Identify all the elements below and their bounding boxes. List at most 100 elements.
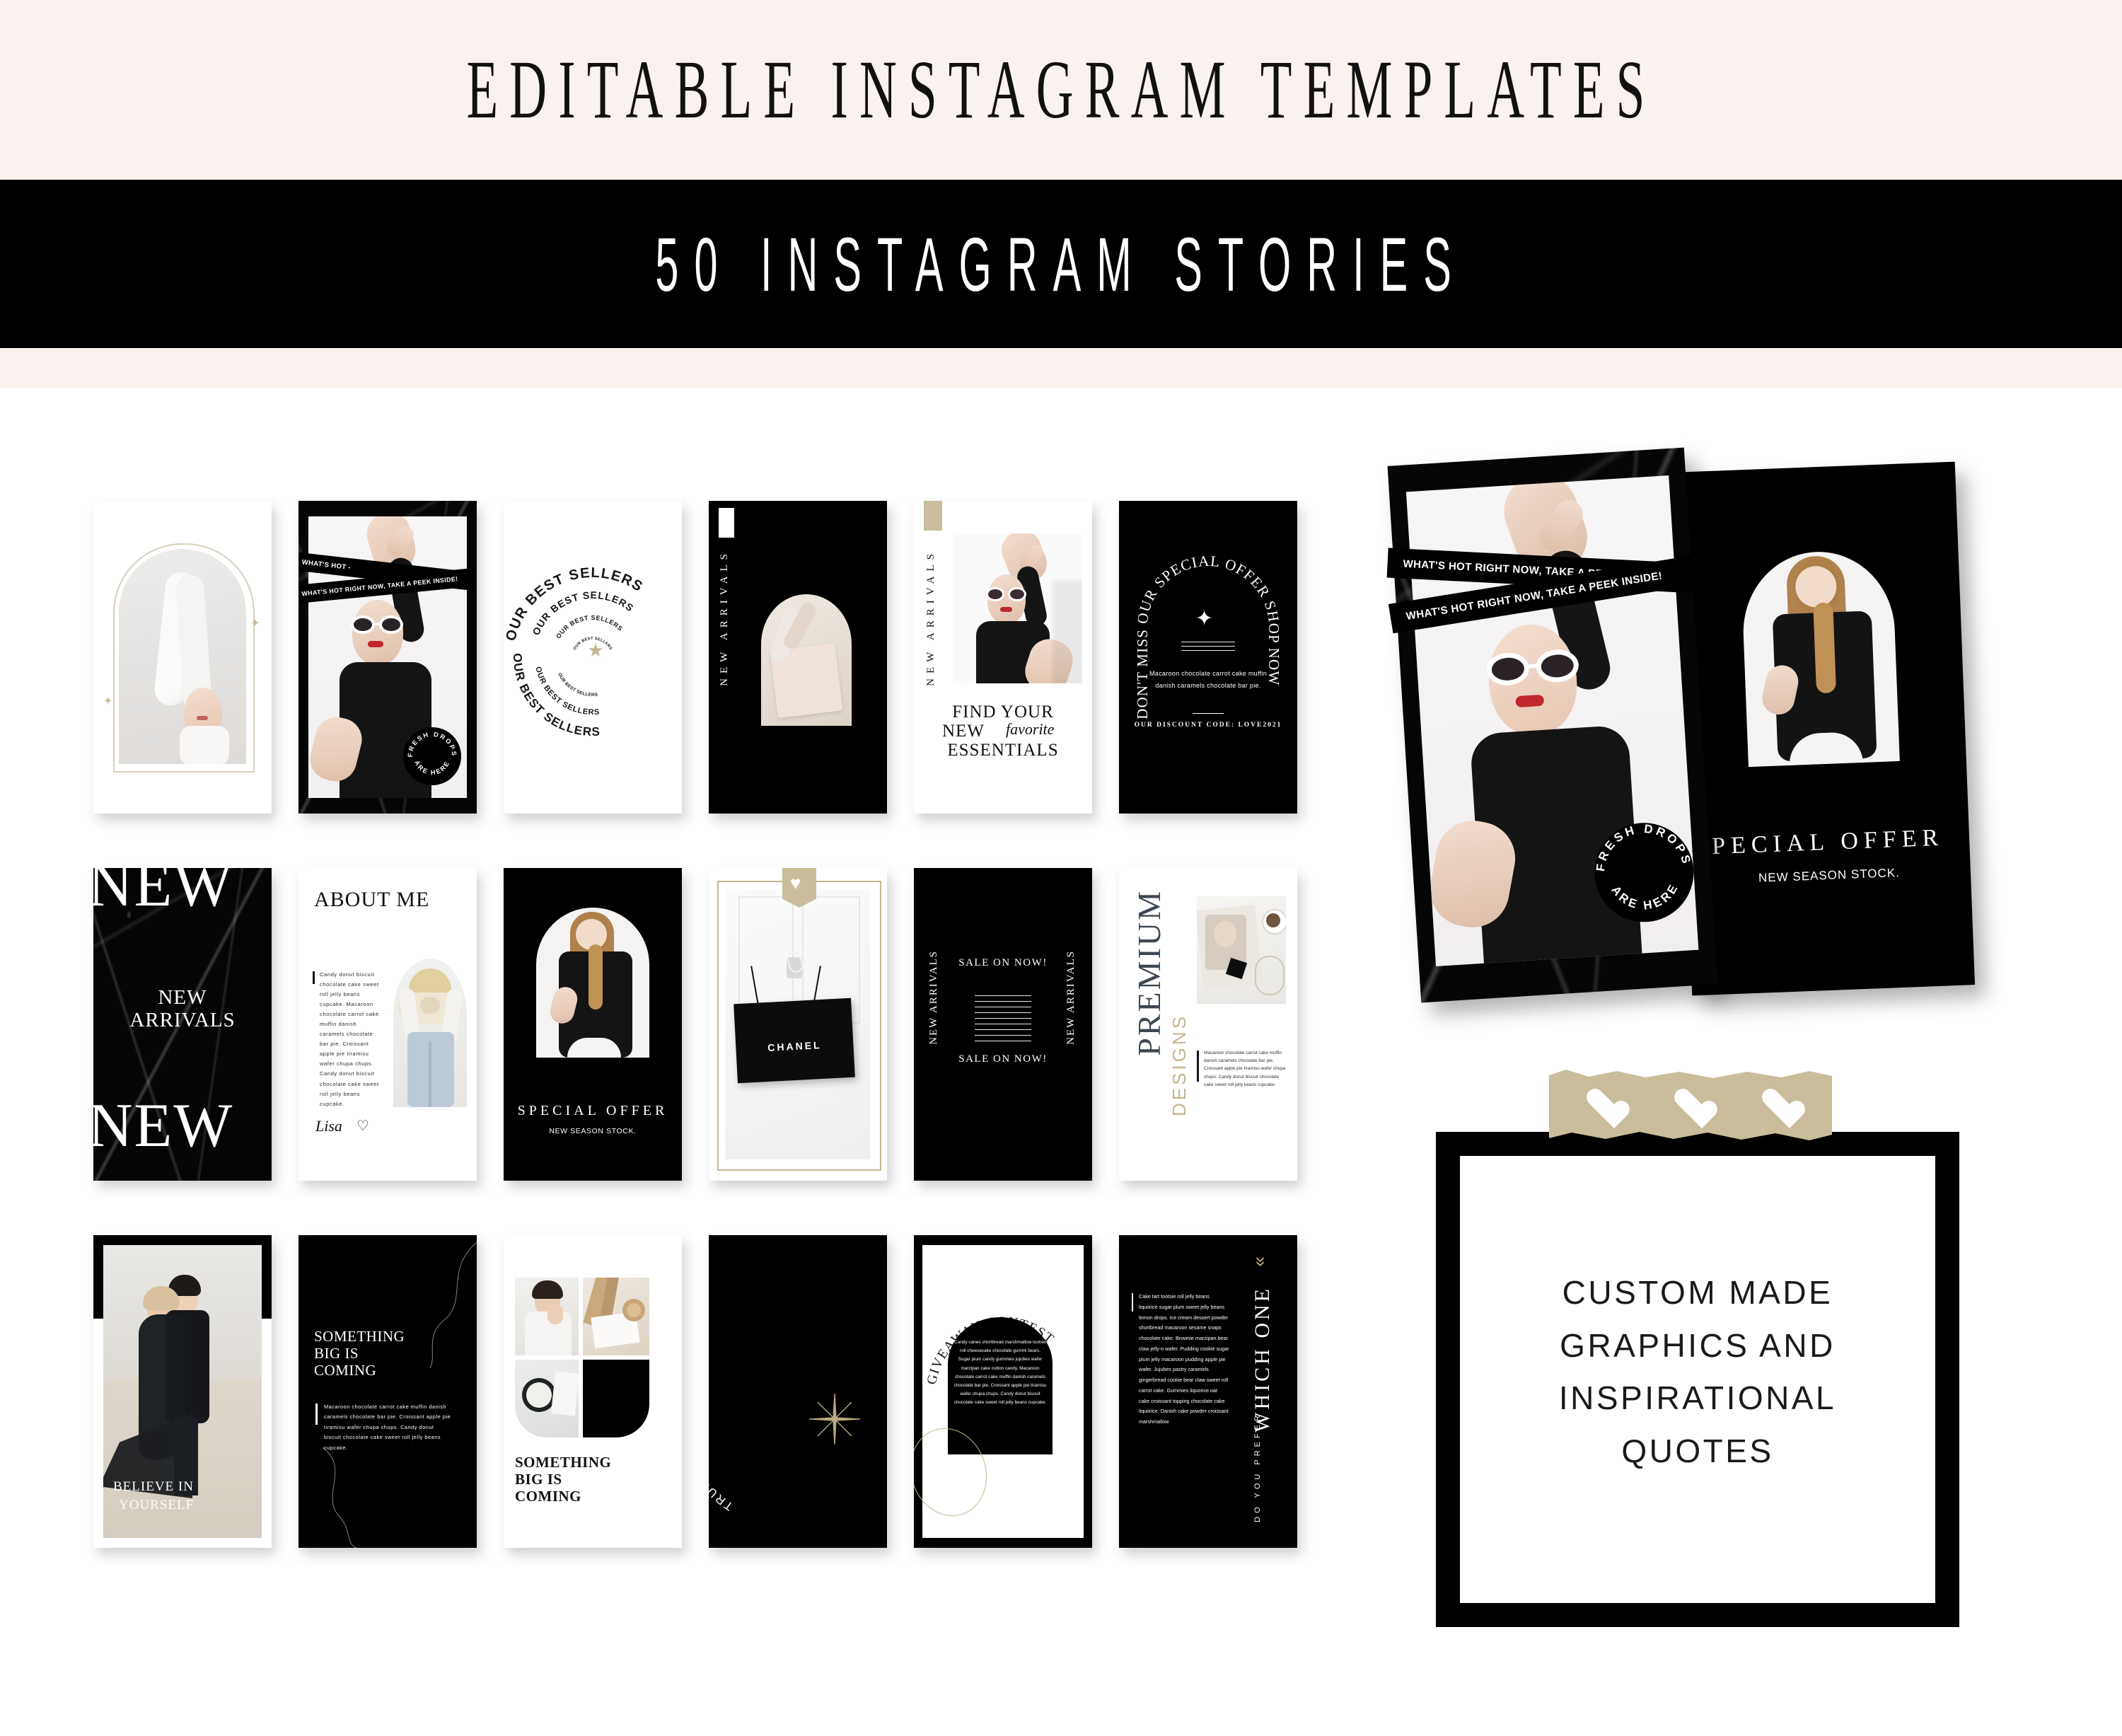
accent-bar [315,1404,318,1425]
about-me-title: ABOUT ME [314,888,430,911]
card-whats-hot[interactable]: WHAT'S HOT - WHAT'S HOT RIGHT NOW, TAKE … [298,501,477,814]
svg-text:OUR BEST SELLERS: OUR BEST SELLERS [555,614,624,640]
card-arch-portrait[interactable]: ✦ ✦ [93,501,272,814]
sbc-line-3: COMING [314,1362,377,1379]
center-line-2: ARRIVALS [129,1008,236,1031]
heart-icon [1674,1089,1706,1119]
gold-tab [924,501,942,531]
divider-line [1193,713,1224,714]
new-arrivals-label: NEW ARRIVALS [719,549,730,686]
heart-icon [1761,1089,1794,1119]
card-giveaway-contest[interactable]: GIVEAWAY CONTEST Candy canes shortbread … [914,1235,1092,1548]
heart-icon [1586,1089,1618,1119]
collage-photo-1 [515,1278,579,1355]
headline-line-2: NEW [942,721,985,741]
premium-photo [1197,896,1286,1004]
white-tab [719,508,734,538]
card-special-offer-arch[interactable]: DON'T MISS OUR SPECIAL OFFER SHOP NOW ✦ … [1119,501,1297,814]
new-arrivals-label-2: NEW ARRIVALS [925,549,937,686]
chanel-bag-label: CHANEL [767,1039,822,1053]
which-one-title: WHICH ONE [1251,1286,1274,1433]
spiral-typography: OUR BEST SELLERS OUR BEST SELLERS OUR BE… [504,563,682,740]
eight-point-star-icon [808,1393,861,1445]
accent-bar [313,971,315,984]
black-edge [93,1235,103,1319]
collage-line-3: COMING [515,1488,581,1505]
collage-line-2: BIG IS [515,1471,562,1488]
arch-typography: DON'T MISS OUR SPECIAL OFFER SHOP NOW [1134,552,1282,719]
template-grid: ✦ ✦ WHAT'S HOT - WHAT'S HOT RIGHT NOW, T… [93,501,1338,1548]
custom-line-4: QUOTES [1621,1432,1774,1469]
headline-line-3: ESSENTIALS [947,740,1059,760]
svg-text:FRESH DROPS: FRESH DROPS [407,731,458,758]
svg-text:ARE HERE: ARE HERE [413,759,451,776]
heart-icon: ♥ [790,872,801,893]
premium-title: PREMIUM [1131,889,1167,1056]
card-which-one[interactable]: » WHICH ONE DO YOU PREFER Cake tart toot… [1119,1235,1297,1548]
header-cream-band: EDITABLE INSTAGRAM TEMPLATES [0,0,2122,180]
book-photo [761,594,852,726]
card-find-essentials[interactable]: NEW ARRIVALS FIND YOUR NEW favorite ESSE… [914,501,1092,814]
which-one-subtitle: DO YOU PREFER [1253,1412,1262,1522]
card-something-big-collage[interactable]: SOMETHING BIG IS COMING [504,1235,682,1548]
door-photo: CHANEL [726,889,870,1159]
card-something-big-dark[interactable]: SOMETHING BIG IS COMING Macaroon chocola… [298,1235,477,1548]
accent-bar [1197,1051,1199,1082]
sparkle-icon: ✦ [250,618,260,630]
arch-photo [119,549,246,764]
custom-line-3: INSPIRATIONAL [1558,1379,1837,1417]
mockup-portrait-photo [1740,549,1900,768]
card-premium-designs[interactable]: PREMIUM DESIGNS Macaroon chocolate carro… [1119,868,1297,1181]
sbc-line-2: BIG IS [314,1345,359,1362]
mockup-whats-hot[interactable]: WHAT'S HOT RIGHT NOW, TAKE A PEEK INSIDE… [1386,447,1723,1003]
sparkle-star-icon: ✦ [1195,607,1214,630]
collage-photo-2 [583,1278,649,1355]
model-lips [197,716,208,720]
sale-bottom-label: SALE ON NOW! [958,1053,1048,1065]
card-trust-your-intuition[interactable]: TRUST YOUR INTUITION [709,1235,887,1548]
banner-title: 50 INSTAGRAM STORIES [655,221,1467,307]
sbc-line-1: SOMETHING [314,1328,405,1345]
sparkle-icon: ✦ [103,695,113,707]
chevron-double-icon: » [1251,1256,1272,1264]
heart-icon: ♡ [356,1118,369,1134]
black-shape [583,1360,649,1437]
center-line-1: NEW [158,986,207,1009]
sale-top-label: SALE ON NOW! [958,957,1048,968]
custom-line-2: GRAPHICS AND [1560,1326,1836,1364]
card-sale-on-now[interactable]: NEW ARRIVALS NEW ARRIVALS SALE ON NOW! S… [914,868,1092,1181]
special-offer-title: SPECIAL OFFER [517,1103,668,1118]
big-new-top: NEW [93,868,234,920]
about-me-photo [393,959,467,1107]
arc-typography: TRUST YOUR INTUITION [709,1345,736,1513]
sbc-body: Macaroon chocolate carrot cake muffin da… [324,1404,451,1451]
collage-photo-3 [515,1360,579,1437]
card-new-arrivals-marble[interactable]: NEW NEW ARRIVALS NEW [93,868,272,1181]
svg-text:TRUST YOUR INTUITION: TRUST YOUR INTUITION [709,1345,736,1513]
special-offer-subtitle: NEW SEASON STOCK. [549,1127,637,1135]
essentials-headline: FIND YOUR NEW favorite ESSENTIALS [927,703,1079,759]
svg-text:★: ★ [587,640,603,661]
card-new-arrivals-book[interactable]: NEW ARRIVALS [709,501,887,814]
card-best-sellers[interactable]: OUR BEST SELLERS OUR BEST SELLERS OUR BE… [504,501,682,814]
mockup-special-offer[interactable]: PECIAL OFFER NEW SEASON STOCK. [1671,461,1976,996]
custom-line-1: CUSTOM MADE [1562,1274,1833,1311]
mockup-title: PECIAL OFFER [1711,824,1944,860]
premium-body: Macaroon chocolate carrot cake muffin da… [1204,1051,1286,1087]
svg-text:OUR BEST SELLERS: OUR BEST SELLERS [557,672,598,698]
header-black-banner: 50 INSTAGRAM STORIES [0,180,2122,348]
card-chanel-bag[interactable]: CHANEL ♥ [709,868,887,1181]
accent-bar [1132,1293,1133,1312]
card-special-offer-portrait[interactable]: SPECIAL OFFER NEW SEASON STOCK. [504,868,682,1181]
fresh-drops-badge: FRESH DROPS ARE HERE [400,724,464,788]
card-about-me[interactable]: ABOUT ME Candy donut biscuit chocolate c… [298,868,477,1181]
which-one-body: Cake tart tootsie roll jelly beans liquo… [1139,1293,1229,1425]
special-offer-body: Macaroon chocolate carrot cake muffin da… [1149,670,1267,689]
portrait-photo [536,908,649,1058]
wave-pattern [975,993,1031,1043]
model-sweater [180,726,229,764]
squiggle-decoration [322,1242,477,1548]
card-believe-in-yourself[interactable]: BELIEVE IN YOURSELF [93,1235,272,1548]
collage-line-1: SOMETHING [515,1454,612,1471]
model-photo [953,533,1082,683]
